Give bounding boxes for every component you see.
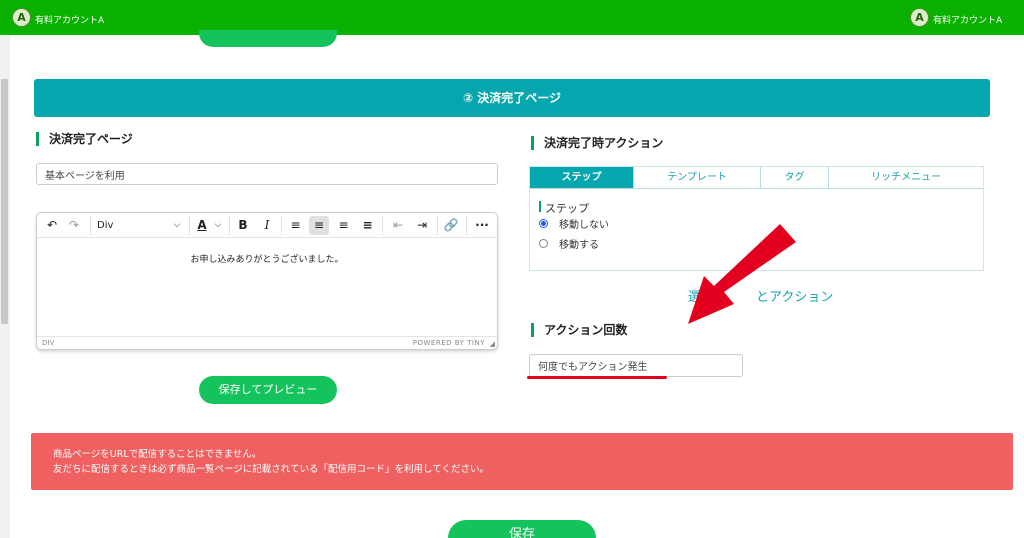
option-move-label: 移動する [559,240,599,251]
alert-line-1: 商品ページをURLで配信することはできません。 [53,449,262,460]
tab-tag[interactable]: タグ [761,167,829,188]
more-icon[interactable]: ··· [472,216,492,235]
element-path[interactable]: DIV [42,339,54,347]
radio-move[interactable] [539,239,548,248]
option-no-move[interactable]: 移動しない [539,216,609,231]
chevron-down-icon[interactable]: ⌵ [170,216,184,235]
account-name-right[interactable]: 有料アカウントA [933,13,1002,26]
align-left-icon[interactable]: ≡ [286,216,305,235]
top-bar: A 有料アカウントA A 有料アカウントA [0,0,1024,35]
radio-no-move[interactable] [539,219,548,228]
align-right-icon[interactable]: ≡ [334,216,353,235]
undo-icon[interactable]: ↶ [43,216,61,235]
warning-alert: 商品ページをURLで配信することはできません。 友だちに配信するときは必ず商品一… [31,433,1013,490]
rich-text-editor[interactable]: ↶ ↷ Div ⌵ A ⌵ B I ≡ ≡ ≡ ≡ ⇤ ⇥ 🔗 ··· お申し込… [36,212,498,350]
text-color-chevron-icon[interactable]: ⌵ [212,216,224,235]
completion-page-title: 決済完了ページ [36,132,133,146]
align-center-icon[interactable]: ≡ [309,216,329,235]
page-select[interactable]: 基本ページを利用 [36,163,498,185]
account-avatar-right[interactable]: A [910,8,929,27]
save-button[interactable]: 保存 [448,520,596,538]
action-count-value: 何度でもアクション発生 [538,362,648,373]
action-count-select[interactable]: 何度でもアクション発生 [529,354,743,377]
account-avatar[interactable]: A [12,8,31,27]
step-label: ステップ [539,200,589,216]
bold-icon[interactable]: B [235,216,251,235]
editor-toolbar: ↶ ↷ Div ⌵ A ⌵ B I ≡ ≡ ≡ ≡ ⇤ ⇥ 🔗 ··· [37,213,497,238]
account-name[interactable]: 有料アカウントA [35,13,104,26]
tab-step[interactable]: ステップ [530,167,634,188]
tab-rich-menu[interactable]: リッチメニュー [829,167,983,188]
editor-statusbar: DIV POWERED BY TINY ◢ [37,336,497,349]
scrollbar[interactable] [0,35,10,538]
completion-action-title: 決済完了時アクション [531,136,663,150]
indent-icon[interactable]: ⇥ [413,216,431,235]
resize-handle-icon[interactable]: ◢ [490,340,495,348]
action-count-title: アクション回数 [531,323,627,337]
top-preview-button-partial[interactable] [199,30,337,47]
link-icon[interactable]: 🔗 [442,216,460,235]
outdent-icon[interactable]: ⇤ [389,216,407,235]
section-header: ② 決済完了ページ [34,79,990,117]
powered-by-label[interactable]: POWERED BY TINY [413,339,485,347]
option-no-move-label: 移動しない [559,220,609,231]
option-move[interactable]: 移動する [539,236,599,251]
page-select-value: 基本ページを利用 [45,170,125,182]
text-color-icon[interactable]: A [194,216,210,235]
red-arrow-annotation [688,224,796,324]
redo-icon[interactable]: ↷ [65,216,83,235]
editor-content[interactable]: お申し込みありがとうございました。 [37,252,497,265]
italic-icon[interactable]: I [259,216,275,235]
align-justify-icon[interactable]: ≡ [358,216,377,235]
alert-line-2: 友だちに配信するときは必ず商品一覧ページに記載されている「配信用コード」を利用し… [53,464,489,475]
scrollbar-thumb[interactable] [1,79,8,324]
red-underline-annotation [527,376,667,379]
tab-template[interactable]: テンプレート [634,167,761,188]
save-preview-button[interactable]: 保存してプレビュー [199,376,337,404]
